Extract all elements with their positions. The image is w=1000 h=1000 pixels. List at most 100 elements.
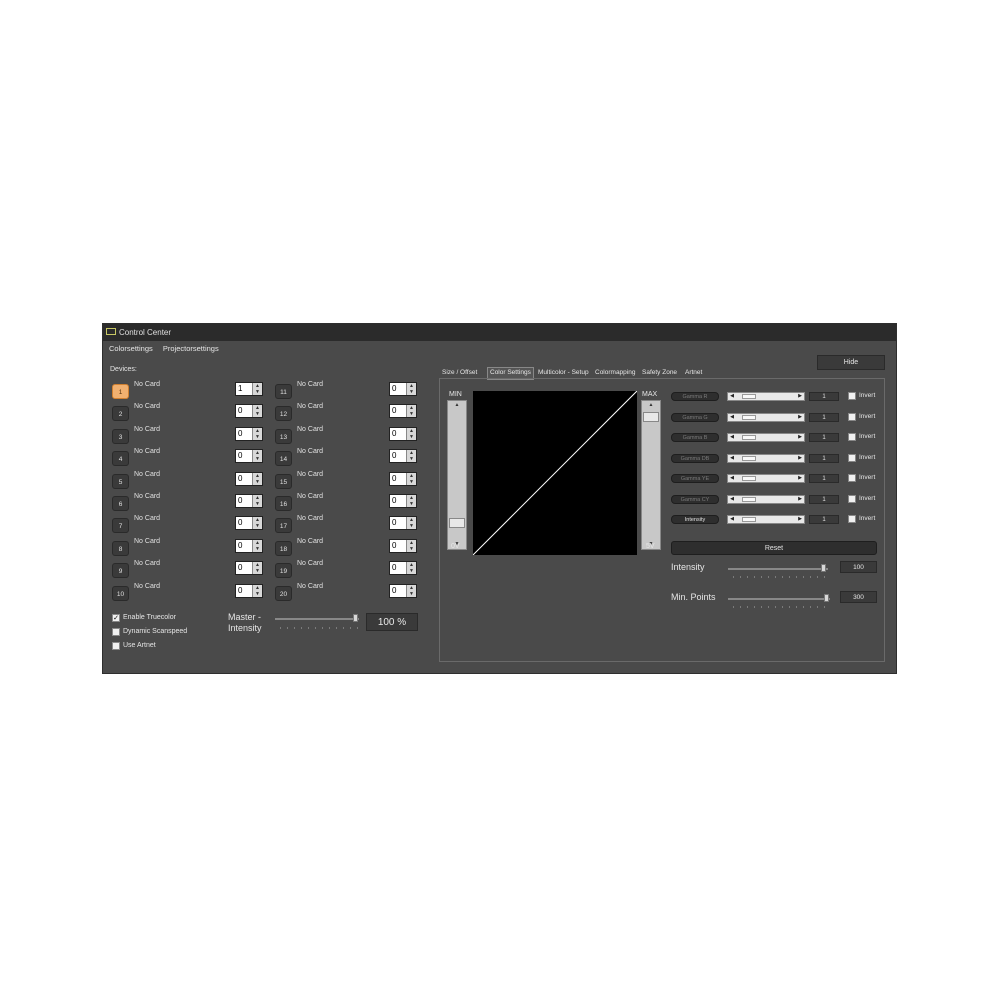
gamma-value-2[interactable]: 1 bbox=[809, 412, 839, 422]
invert-checkbox-5[interactable] bbox=[848, 474, 856, 482]
device-button-19[interactable]: 19 bbox=[275, 563, 292, 579]
device-channel-stepper-10[interactable]: 0 ▲ ▼ bbox=[235, 583, 263, 598]
chevron-down-icon[interactable]: ▼ bbox=[253, 501, 262, 507]
slider-thumb[interactable] bbox=[742, 435, 756, 440]
gamma-slider-5[interactable]: ◀ ▶ bbox=[727, 474, 805, 483]
invert-checkbox-2[interactable] bbox=[848, 412, 856, 421]
gamma-slider-3[interactable]: ◀ ▶ bbox=[727, 433, 805, 442]
chevron-right-icon[interactable]: ▶ bbox=[796, 455, 804, 462]
stepper-arrows[interactable]: ▲ ▼ bbox=[406, 539, 416, 552]
chevron-left-icon[interactable]: ◀ bbox=[728, 434, 736, 441]
device-button-15[interactable]: 15 bbox=[275, 473, 292, 489]
device-channel-stepper-4[interactable]: 0 ▲ ▼ bbox=[235, 449, 263, 464]
chevron-down-icon[interactable]: ▼ bbox=[407, 523, 416, 529]
device-button-5[interactable]: 5 bbox=[112, 473, 129, 489]
slider-thumb[interactable] bbox=[742, 496, 756, 502]
chevron-down-icon[interactable]: ▼ bbox=[253, 568, 262, 574]
chevron-down-icon[interactable]: ▼ bbox=[407, 501, 416, 507]
chevron-down-icon[interactable]: ▼ bbox=[253, 523, 262, 529]
master-intensity-slider[interactable] bbox=[275, 618, 359, 620]
chevron-left-icon[interactable]: ◀ bbox=[728, 516, 736, 523]
chevron-down-icon[interactable]: ▼ bbox=[407, 568, 416, 574]
slider-thumb[interactable] bbox=[742, 517, 756, 522]
stepper-arrows[interactable]: ▲ ▼ bbox=[252, 517, 262, 530]
hide-button[interactable]: Hide bbox=[817, 355, 885, 370]
chevron-down-icon[interactable]: ▼ bbox=[407, 389, 416, 395]
tab-artnet[interactable]: Artnet bbox=[683, 367, 704, 378]
device-channel-stepper-11[interactable]: 0 ▲ ▼ bbox=[389, 382, 417, 396]
stepper-arrows[interactable]: ▲ ▼ bbox=[406, 495, 416, 507]
device-channel-stepper-18[interactable]: 0 ▲ ▼ bbox=[389, 538, 417, 553]
chevron-down-icon[interactable]: ▼ bbox=[253, 434, 262, 440]
scroll-up-icon[interactable]: ▲ bbox=[448, 401, 466, 410]
stepper-arrows[interactable]: ▲ ▼ bbox=[252, 383, 262, 395]
gamma-button-2[interactable]: Gamma G bbox=[671, 412, 719, 422]
stepper-arrows[interactable]: ▲ ▼ bbox=[406, 562, 416, 575]
device-channel-stepper-7[interactable]: 0 ▲ ▼ bbox=[235, 516, 263, 531]
chevron-down-icon[interactable]: ▼ bbox=[253, 456, 262, 462]
chevron-down-icon[interactable]: ▼ bbox=[407, 434, 416, 440]
option-checkbox-3[interactable] bbox=[112, 642, 120, 650]
stepper-arrows[interactable]: ▲ ▼ bbox=[406, 450, 416, 463]
invert-checkbox-7[interactable] bbox=[848, 515, 856, 523]
gamma-slider-6[interactable]: ◀ ▶ bbox=[727, 494, 805, 504]
stepper-arrows[interactable]: ▲ ▼ bbox=[252, 450, 262, 463]
chevron-left-icon[interactable]: ◀ bbox=[728, 414, 736, 421]
gamma-button-5[interactable]: Gamma YE bbox=[671, 474, 719, 483]
gamma-slider-2[interactable]: ◀ ▶ bbox=[727, 412, 805, 422]
device-button-17[interactable]: 17 bbox=[275, 518, 292, 534]
slider-thumb[interactable] bbox=[742, 394, 756, 399]
gamma-button-4[interactable]: Gamma DB bbox=[671, 453, 719, 463]
min-points-slider[interactable] bbox=[728, 598, 830, 600]
stepper-arrows[interactable]: ▲ ▼ bbox=[252, 539, 262, 552]
intensity-slider[interactable] bbox=[728, 568, 828, 570]
chevron-left-icon[interactable]: ◀ bbox=[728, 393, 736, 400]
stepper-arrows[interactable]: ▲ ▼ bbox=[406, 584, 416, 597]
invert-checkbox-1[interactable] bbox=[848, 392, 856, 400]
device-channel-stepper-15[interactable]: 0 ▲ ▼ bbox=[389, 471, 417, 486]
device-channel-stepper-2[interactable]: 0 ▲ ▼ bbox=[235, 404, 263, 419]
chevron-right-icon[interactable]: ▶ bbox=[796, 496, 804, 503]
gamma-slider-1[interactable]: ◀ ▶ bbox=[727, 392, 805, 401]
slider-thumb[interactable] bbox=[742, 455, 756, 461]
tab-multicolor-setup[interactable]: Multicolor - Setup bbox=[536, 367, 591, 378]
chevron-right-icon[interactable]: ▶ bbox=[796, 475, 804, 482]
device-button-20[interactable]: 20 bbox=[275, 585, 292, 601]
gamma-button-3[interactable]: Gamma B bbox=[671, 433, 719, 442]
min-scroll-thumb[interactable] bbox=[449, 518, 465, 528]
device-button-7[interactable]: 7 bbox=[112, 518, 129, 534]
device-button-14[interactable]: 14 bbox=[275, 451, 292, 467]
device-channel-stepper-17[interactable]: 0 ▲ ▼ bbox=[389, 516, 417, 531]
intensity-knob[interactable] bbox=[821, 564, 826, 572]
min-points-knob[interactable] bbox=[824, 594, 829, 602]
option-checkbox-2[interactable] bbox=[112, 628, 120, 636]
device-button-16[interactable]: 16 bbox=[275, 496, 292, 511]
device-channel-stepper-12[interactable]: 0 ▲ ▼ bbox=[389, 404, 417, 419]
tab-colormapping[interactable]: Colormapping bbox=[593, 367, 637, 378]
chevron-left-icon[interactable]: ◀ bbox=[728, 475, 736, 482]
invert-checkbox-3[interactable] bbox=[848, 433, 856, 441]
stepper-arrows[interactable]: ▲ ▼ bbox=[406, 517, 416, 530]
device-channel-stepper-5[interactable]: 0 ▲ ▼ bbox=[235, 471, 263, 486]
device-button-8[interactable]: 8 bbox=[112, 540, 129, 556]
stepper-arrows[interactable]: ▲ ▼ bbox=[406, 472, 416, 485]
gamma-value-1[interactable]: 1 bbox=[809, 392, 839, 401]
gamma-value-4[interactable]: 1 bbox=[809, 453, 839, 463]
gamma-button-7[interactable]: Intensity bbox=[671, 515, 719, 524]
chevron-right-icon[interactable]: ▶ bbox=[796, 434, 804, 441]
chevron-down-icon[interactable]: ▼ bbox=[407, 456, 416, 462]
device-button-10[interactable]: 10 bbox=[112, 585, 129, 601]
chevron-left-icon[interactable]: ◀ bbox=[728, 455, 736, 462]
max-scroll-thumb[interactable] bbox=[643, 412, 659, 422]
chevron-down-icon[interactable]: ▼ bbox=[253, 389, 262, 395]
device-button-6[interactable]: 6 bbox=[112, 496, 129, 511]
device-channel-stepper-13[interactable]: 0 ▲ ▼ bbox=[389, 426, 417, 441]
chevron-down-icon[interactable]: ▼ bbox=[407, 591, 416, 597]
chevron-down-icon[interactable]: ▼ bbox=[253, 411, 262, 417]
max-scrollbar[interactable]: ▲ ▼ bbox=[641, 400, 661, 550]
device-channel-stepper-6[interactable]: 0 ▲ ▼ bbox=[235, 494, 263, 508]
invert-checkbox-6[interactable] bbox=[848, 494, 856, 503]
tab-safety-zone[interactable]: Safety Zone bbox=[640, 367, 679, 378]
device-button-2[interactable]: 2 bbox=[112, 406, 129, 422]
chevron-down-icon[interactable]: ▼ bbox=[407, 411, 416, 417]
